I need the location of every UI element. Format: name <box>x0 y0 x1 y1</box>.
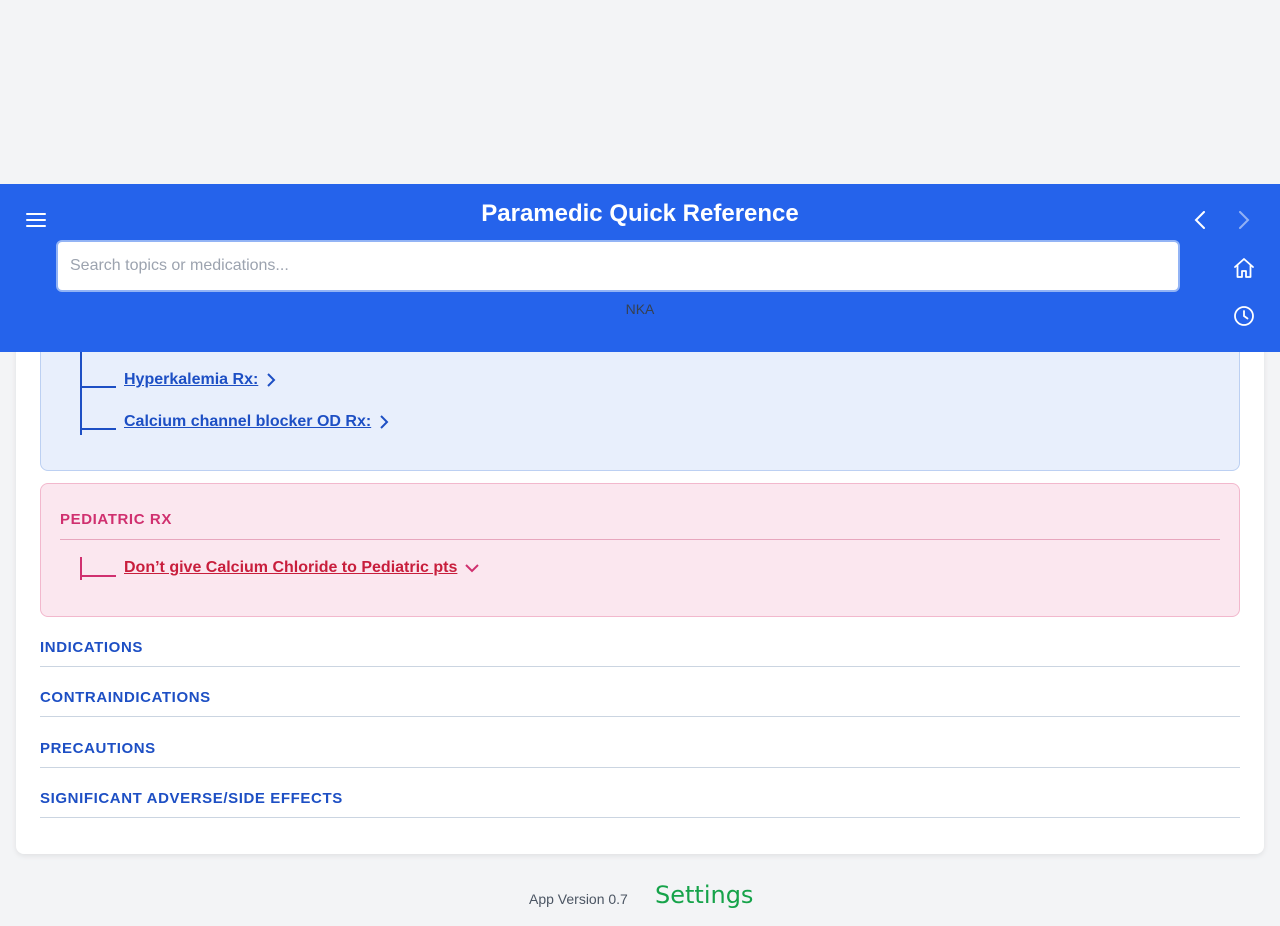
pediatric-rx-title: PEDIATRIC RX <box>60 511 172 528</box>
clock-icon <box>1234 306 1254 326</box>
link-label: Don’t give Calcium Chloride to Pediatric… <box>124 559 458 576</box>
chevron-left-icon <box>1194 211 1205 229</box>
section-precautions[interactable]: PRECAUTIONS <box>40 717 1240 768</box>
chevron-right-icon <box>1239 211 1250 229</box>
forward-button[interactable] <box>1228 204 1260 236</box>
home-button[interactable] <box>1228 252 1260 284</box>
back-button[interactable] <box>1184 204 1216 236</box>
section-contraindications[interactable]: CONTRAINDICATIONS <box>40 666 1240 717</box>
tree-connector <box>80 428 116 430</box>
link-label: Calcium channel blocker OD Rx: <box>124 413 372 430</box>
search-input[interactable] <box>56 240 1180 292</box>
link-hyperkalemia-rx[interactable]: Hyperkalemia Rx: <box>124 371 276 389</box>
section-indications[interactable]: INDICATIONS <box>40 616 1240 667</box>
section-label: SIGNIFICANT ADVERSE/SIDE EFFECTS <box>40 790 343 807</box>
section-label: INDICATIONS <box>40 639 143 656</box>
section-adverse-side-effects[interactable]: SIGNIFICANT ADVERSE/SIDE EFFECTS <box>40 767 1240 818</box>
link-label: Hyperkalemia Rx: <box>124 371 259 388</box>
divider <box>60 539 1220 540</box>
tree-connector <box>80 575 116 577</box>
section-label: CONTRAINDICATIONS <box>40 689 211 706</box>
history-button[interactable] <box>1228 300 1260 332</box>
section-label: PRECAUTIONS <box>40 740 156 757</box>
app-version: App Version 0.7 <box>529 891 628 907</box>
chevron-down-icon <box>465 564 480 573</box>
settings-link[interactable]: Settings <box>655 881 753 909</box>
chevron-right-icon <box>267 373 276 387</box>
link-calcium-channel-blocker-od-rx[interactable]: Calcium channel blocker OD Rx: <box>124 413 389 431</box>
page-title: Paramedic Quick Reference <box>481 200 799 227</box>
status-text: NKA <box>625 301 655 317</box>
chevron-right-icon <box>380 415 389 429</box>
home-icon <box>1234 258 1254 278</box>
link-no-calcium-chloride-pediatric[interactable]: Don’t give Calcium Chloride to Pediatric… <box>124 559 480 577</box>
tree-connector <box>80 386 116 388</box>
pediatric-rx-box <box>40 483 1240 617</box>
